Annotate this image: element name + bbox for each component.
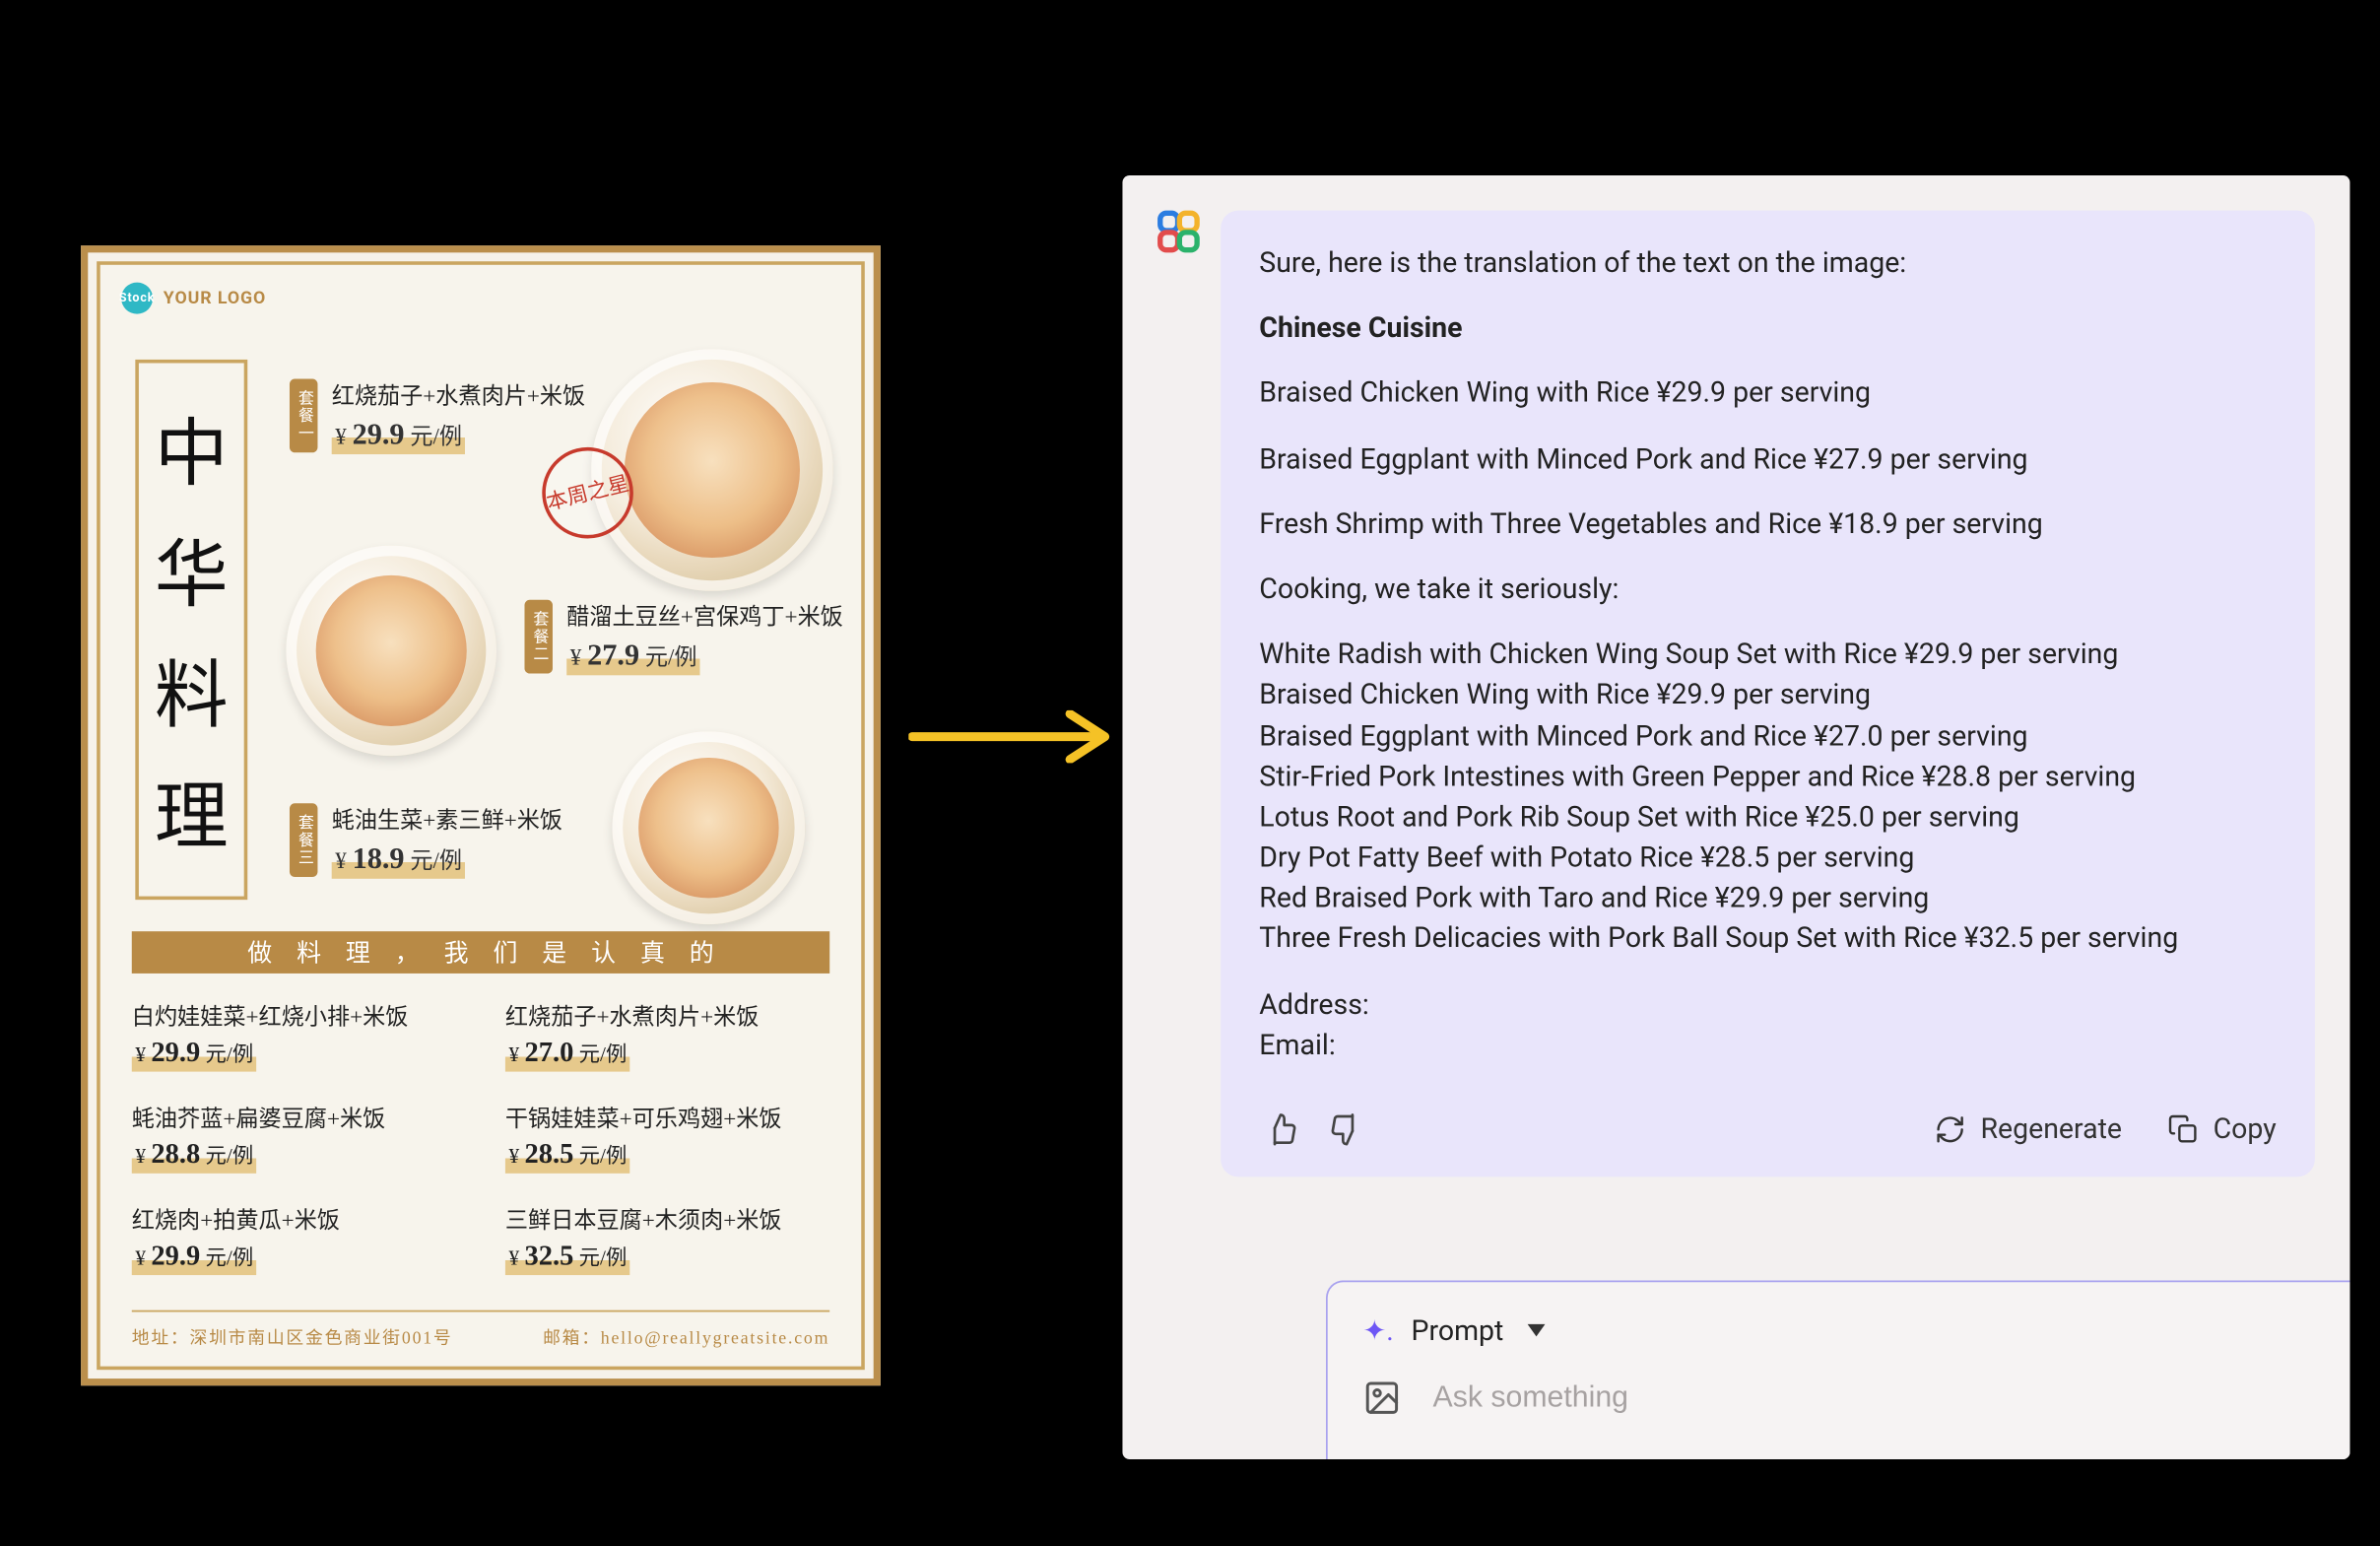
menu-footer: 地址：深圳市南山区金色商业街001号 邮箱：hello@reallygreats… — [132, 1310, 829, 1348]
msg-item: Fresh Shrimp with Three Vegetables and R… — [1259, 503, 2276, 543]
footer-address: 地址：深圳市南山区金色商业街001号 — [132, 1322, 453, 1349]
featured-price: ¥ 27.9 元/例 — [566, 638, 700, 674]
title-char: 华 — [155, 515, 229, 623]
title-char: 中 — [155, 394, 229, 502]
msg-item: Dry Pot Fatty Beef with Potato Rice ¥28.… — [1259, 837, 2276, 877]
featured-price: ¥ 29.9 元/例 — [332, 417, 466, 453]
combo-price: ¥ 28.5 元/例 — [505, 1140, 630, 1174]
arrow-icon — [908, 709, 1119, 762]
featured-badge: 套餐二 — [524, 599, 552, 673]
msg-item: Braised Eggplant with Minced Pork and Ri… — [1259, 437, 2276, 478]
combo-item: 干锅娃娃菜+可乐鸡翅+米饭 ¥ 28.5 元/例 — [505, 1100, 829, 1174]
combo-name: 白灼娃娃菜+红烧小排+米饭 — [132, 997, 456, 1031]
msg-heading: Chinese Cuisine — [1259, 310, 1462, 344]
combo-item: 红烧茄子+水煮肉片+米饭 ¥ 27.0 元/例 — [505, 997, 829, 1071]
msg-trailer: Address: — [1259, 982, 2276, 1023]
msg-item: Red Braised Pork with Taro and Rice ¥29.… — [1259, 877, 2276, 917]
msg-item: White Radish with Chicken Wing Soup Set … — [1259, 633, 2276, 673]
menu-inner: Stock YOUR LOGO 中 华 料 理 套餐一 红烧茄子+水煮肉片+米饭… — [97, 261, 865, 1370]
logo-circle-icon: Stock — [121, 282, 153, 313]
msg-item: Three Fresh Delicacies with Pork Ball So… — [1259, 917, 2276, 958]
combo-item: 红烧肉+拍黄瓜+米饭 ¥ 29.9 元/例 — [132, 1201, 456, 1275]
msg-item: Lotus Root and Pork Rib Soup Set with Ri… — [1259, 795, 2276, 836]
msg-subhead: Cooking, we take it seriously: — [1259, 568, 2276, 608]
regenerate-icon — [1935, 1113, 1966, 1145]
copy-icon — [2167, 1113, 2199, 1145]
assistant-message: Sure, here is the translation of the tex… — [1221, 210, 2315, 1176]
combo-name: 红烧茄子+水煮肉片+米饭 — [505, 997, 829, 1031]
regenerate-label: Regenerate — [1980, 1109, 2122, 1149]
title-char: 料 — [155, 637, 229, 744]
combo-price: ¥ 27.0 元/例 — [505, 1038, 630, 1071]
combo-price: ¥ 29.9 元/例 — [132, 1038, 257, 1071]
msg-trailer: Email: — [1259, 1024, 2276, 1064]
sparkle-icon: ✦. — [1362, 1313, 1393, 1347]
copy-label: Copy — [2214, 1109, 2277, 1149]
combo-name: 红烧肉+拍黄瓜+米饭 — [132, 1201, 456, 1235]
bowl-illustration — [286, 545, 496, 756]
prompt-label: Prompt — [1412, 1313, 1504, 1347]
combo-price: ¥ 32.5 元/例 — [505, 1242, 630, 1275]
msg-item: Braised Chicken Wing with Rice ¥29.9 per… — [1259, 674, 2276, 714]
prompt-input[interactable] — [1433, 1379, 2315, 1415]
menu-card: Stock YOUR LOGO 中 华 料 理 套餐一 红烧茄子+水煮肉片+米饭… — [81, 245, 881, 1385]
title-char: 理 — [155, 757, 229, 864]
combo-grid: 白灼娃娃菜+红烧小排+米饭 ¥ 29.9 元/例 红烧茄子+水煮肉片+米饭 ¥ … — [132, 997, 829, 1274]
menu-title-vertical: 中 华 料 理 — [135, 359, 247, 899]
footer-email: 邮箱：hello@reallygreatsite.com — [543, 1322, 829, 1349]
thumbs-up-button[interactable] — [1259, 1107, 1304, 1152]
combo-name: 三鲜日本豆腐+木须肉+米饭 — [505, 1201, 829, 1235]
combo-name: 干锅娃娃菜+可乐鸡翅+米饭 — [505, 1100, 829, 1133]
composer: ✦. Prompt — [1326, 1280, 2350, 1459]
featured-name: 红烧茄子+水煮肉片+米饭 — [332, 376, 586, 410]
combo-item: 蚝油芥蓝+扁婆豆腐+米饭 ¥ 28.8 元/例 — [132, 1100, 456, 1174]
menu-divider: 做料理，我们是认真的 — [132, 931, 829, 974]
featured-row-1: 套餐一 红烧茄子+水煮肉片+米饭 ¥ 29.9 元/例 — [290, 376, 585, 453]
regenerate-button[interactable]: Regenerate — [1935, 1109, 2122, 1149]
combo-item: 白灼娃娃菜+红烧小排+米饭 ¥ 29.9 元/例 — [132, 997, 456, 1071]
featured-row-2: 套餐二 醋溜土豆丝+宫保鸡丁+米饭 ¥ 27.9 元/例 — [524, 598, 842, 675]
combo-name: 蚝油芥蓝+扁婆豆腐+米饭 — [132, 1100, 456, 1133]
featured-name: 醋溜土豆丝+宫保鸡丁+米饭 — [566, 598, 843, 632]
image-icon[interactable] — [1362, 1378, 1401, 1417]
chat-panel: Sure, here is the translation of the tex… — [1122, 175, 2349, 1459]
msg-intro: Sure, here is the translation of the tex… — [1259, 241, 2276, 282]
thumbs-down-button[interactable] — [1322, 1107, 1367, 1152]
bowl-illustration — [612, 731, 805, 924]
featured-row-3: 套餐三 蚝油生菜+素三鲜+米饭 ¥ 18.9 元/例 — [290, 801, 562, 878]
prompt-selector[interactable]: ✦. Prompt — [1362, 1313, 2315, 1347]
caret-down-icon — [1528, 1323, 1546, 1335]
combo-price: ¥ 29.9 元/例 — [132, 1242, 257, 1275]
message-actions: Regenerate Copy — [1259, 1107, 2276, 1152]
featured-badge: 套餐一 — [290, 378, 317, 452]
combo-price: ¥ 28.8 元/例 — [132, 1140, 257, 1174]
featured-badge: 套餐三 — [290, 803, 317, 877]
msg-item: Braised Chicken Wing with Rice ¥29.9 per… — [1259, 372, 2276, 413]
assistant-row: Sure, here is the translation of the tex… — [1122, 175, 2349, 1176]
combo-item: 三鲜日本豆腐+木须肉+米饭 ¥ 32.5 元/例 — [505, 1201, 829, 1275]
msg-item: Stir-Fried Pork Intestines with Green Pe… — [1259, 755, 2276, 795]
featured-name: 蚝油生菜+素三鲜+米饭 — [332, 801, 562, 835]
msg-item: Braised Eggplant with Minced Pork and Ri… — [1259, 714, 2276, 755]
logo-text: YOUR LOGO — [164, 288, 266, 307]
featured-price: ¥ 18.9 元/例 — [332, 841, 466, 878]
assistant-logo-icon — [1157, 210, 1200, 252]
copy-button[interactable]: Copy — [2167, 1109, 2276, 1149]
menu-logo: Stock YOUR LOGO — [121, 282, 266, 313]
